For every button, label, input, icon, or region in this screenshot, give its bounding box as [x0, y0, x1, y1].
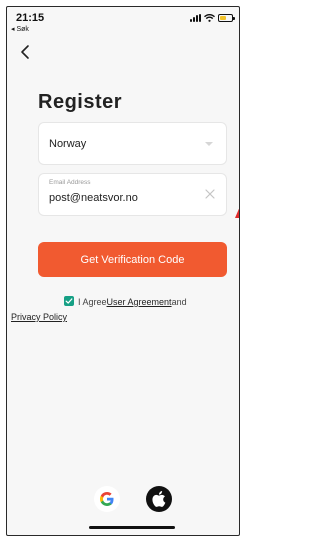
get-verification-code-button[interactable]: Get Verification Code [38, 242, 227, 277]
status-time: 21:15 [16, 12, 45, 24]
email-input[interactable] [49, 192, 199, 204]
google-icon [100, 492, 114, 506]
chevron-down-icon [205, 142, 213, 146]
status-back-app[interactable]: ◂ Søk [11, 25, 29, 33]
wifi-icon [204, 14, 215, 22]
user-agreement-link[interactable]: User Agreement [107, 297, 172, 307]
chevron-left-icon[interactable] [18, 43, 34, 61]
page-title: Register [38, 91, 123, 113]
signal-icon [190, 14, 201, 22]
home-indicator [89, 526, 175, 529]
country-select[interactable]: Norway [38, 122, 227, 165]
phone-screen: 21:15 ◂ Søk Register Norway Email Addres… [6, 6, 240, 536]
agree-checkbox[interactable] [64, 296, 74, 306]
agreement-row: I AgreeUser Agreementand Privacy Policy [11, 295, 229, 325]
email-label: Email Address [49, 179, 91, 186]
status-indicators [190, 14, 235, 22]
privacy-policy-link[interactable]: Privacy Policy [11, 312, 67, 322]
battery-icon [218, 14, 235, 22]
email-field[interactable]: Email Address [38, 173, 227, 216]
apple-icon [152, 491, 166, 507]
apple-login-button[interactable] [146, 486, 172, 512]
agree-conjunction: and [171, 297, 187, 307]
agree-prefix: I Agree [78, 297, 107, 307]
red-arrow-mark [235, 204, 239, 218]
close-icon[interactable] [204, 188, 216, 200]
checkmark-icon [65, 298, 73, 304]
google-login-button[interactable] [94, 486, 120, 512]
country-value: Norway [49, 137, 87, 150]
